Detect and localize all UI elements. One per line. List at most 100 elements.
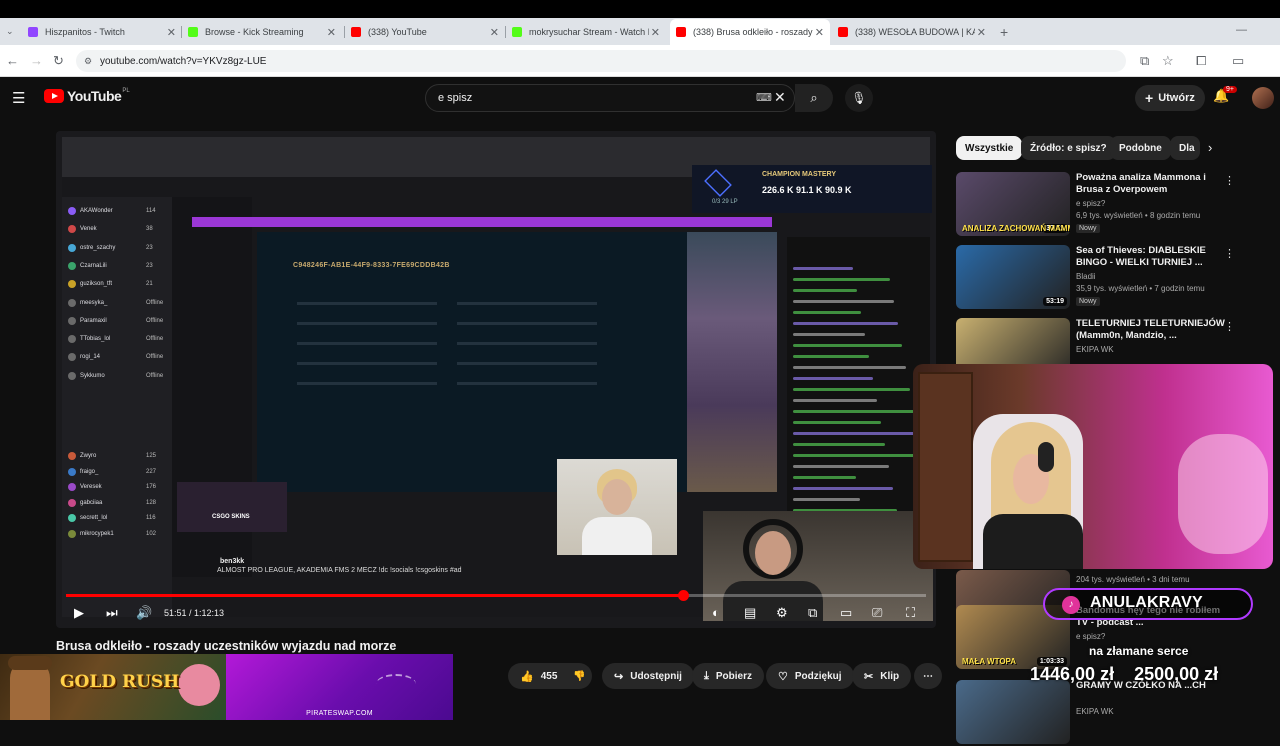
reload-icon[interactable]: ↻ [53,53,64,69]
cast-icon[interactable]: ⎚ [872,605,882,621]
channel-name: mikrocypek1 [80,530,114,537]
site-info-icon[interactable]: ⚙ [84,56,92,67]
time-display: 51:51 / 1:12:13 [164,608,225,618]
dislike-icon[interactable]: 👎 [573,671,585,682]
browser-tab[interactable]: (338) YouTube ✕ [345,22,505,42]
settings-gear-icon[interactable]: ⚙ [776,605,788,621]
share-button[interactable]: ↪ Udostępnij [602,663,694,689]
bookmark-star-icon[interactable]: ☆ [1162,53,1174,69]
video-thumbnail[interactable] [956,680,1070,744]
new-badge: Nowy [1076,297,1100,306]
download-button[interactable]: ⤓ Pobierz [692,663,764,689]
tiktok-handle: ANULAKRAVY [1090,594,1203,611]
voice-search-button[interactable]: 🎙 [845,84,873,112]
search-input[interactable]: e spisz ⌨ ✕ [425,84,795,112]
channel-viewers: 21 [146,281,153,288]
team-row [297,322,437,325]
keyboard-icon[interactable]: ⌨ [756,91,772,104]
theater-mode-icon[interactable]: ▭ [840,605,852,621]
tab-close-icon[interactable]: ✕ [815,26,824,39]
volume-icon[interactable]: 🔊 [136,605,152,621]
like-button[interactable]: 👍 455 👎 [508,663,592,689]
create-button[interactable]: + Utwórz [1135,85,1205,111]
channel-name[interactable]: EKIPA WK [1076,345,1114,354]
more-options-icon[interactable]: ⋮ [1224,247,1235,260]
browser-tab[interactable]: mokrysuchar Stream - Watch Li ✕ [506,22,666,42]
channel-name[interactable]: e spisz? [1076,199,1105,208]
extensions-icon[interactable]: ⧠ [1196,53,1206,69]
channel-name[interactable]: Bladii [1076,272,1096,281]
chips-next-icon[interactable]: › [1208,140,1212,155]
inner-sidebar-channel: Paramaxil Offline [68,316,163,325]
inner-stream-title: ALMOST PRO LEAGUE, AKADEMIA FMS 2 MECZ !… [217,567,462,574]
more-options-icon[interactable]: ⋮ [1224,174,1235,187]
channel-viewers: 176 [146,484,157,490]
chat-message-line [793,454,922,457]
filter-chip[interactable]: Podobne [1110,136,1171,160]
tab-close-icon[interactable]: ✕ [977,26,986,39]
miniplayer-icon[interactable]: ⧉ [808,605,817,621]
inner-sidebar-channel: meesyka_ Offline [68,298,163,307]
recommended-video[interactable]: 53:19 Sea of Thieves: DIABLESKIE BINGO - … [956,245,1256,311]
webcam-door [918,372,973,562]
team-row [297,342,437,345]
back-icon[interactable]: ← [6,53,19,68]
forward-icon[interactable]: → [30,53,43,68]
browser-tab[interactable]: Browse - Kick Streaming ✕ [182,22,342,42]
chat-message-line [793,432,918,435]
sidebar-icon[interactable]: ▭ [1232,53,1244,69]
chat-message-line [793,289,857,292]
more-options-icon[interactable]: ⋮ [1224,320,1235,333]
youtube-wordmark: YouTube [67,88,122,104]
account-avatar[interactable] [1252,87,1274,109]
next-icon[interactable]: ⏭ [106,605,118,621]
filter-chip[interactable]: Wszystkie [956,136,1023,160]
browser-tab[interactable]: Hiszpanitos - Twitch ✕ [22,22,182,42]
more-actions-button[interactable]: ⋯ [914,663,942,689]
tab-favicon-icon [676,27,686,37]
new-tab-button[interactable]: + [1000,24,1008,40]
channel-name[interactable]: e spisz? [1076,632,1105,641]
url-field[interactable]: ⚙ youtube.com/watch?v=YKVz8gz-LUE [76,50,1126,72]
tab-close-icon[interactable]: ✕ [167,26,176,39]
channel-avatar [68,225,76,234]
recommended-video[interactable]: GRAMY W CZÓŁKO NA ...CH EKIPA WK [956,680,1256,746]
video-player[interactable]: AKAWonder 114 Venek 38 ostre_szachy 23 CzarnaL… [56,131,936,628]
autoplay-toggle[interactable]: ◐ [712,605,720,620]
browser-tab[interactable]: (338) WESOŁA BUDOWA | KAS ✕ [832,22,992,42]
thanks-button[interactable]: ♡ Podziękuj [766,663,854,689]
search-button[interactable]: ⌕ [795,84,833,112]
filter-chip[interactable]: Dla [1170,136,1200,160]
play-icon[interactable]: ▶ [74,605,84,621]
video-title[interactable]: Sea of Thieves: DIABLESKIE BINGO - WIELK… [1076,245,1226,269]
tab-separator [505,26,506,38]
pirateswap-banner: PIRATESWAP.COM [226,654,453,720]
tab-close-icon[interactable]: ✕ [327,26,336,39]
tab-close-icon[interactable]: ✕ [651,26,660,39]
install-app-icon[interactable]: ⧉ [1140,53,1149,69]
clear-search-icon[interactable]: ✕ [774,89,786,106]
chat-message-line [793,333,865,336]
donation-current: 1446,00 zł [1030,664,1115,684]
fullscreen-icon[interactable]: ⛶ [906,605,915,621]
mastery-values: 226.6 K 91.1 K 90.9 K [762,185,852,195]
microphone-icon: 🎙 [851,91,867,105]
subtitles-icon[interactable]: ▤ [744,605,756,621]
browser-tab[interactable]: (338) Brusa odkleiło - roszady u ✕ [670,19,830,45]
channel-name[interactable]: EKIPA WK [1076,707,1114,716]
video-thumbnail[interactable]: 53:19 [956,245,1070,309]
channel-name: Veresek [80,484,102,490]
youtube-logo[interactable]: YouTube PL [44,88,130,104]
menu-icon[interactable]: ☰ [12,89,25,107]
window-controls[interactable]: — [1236,24,1247,36]
tab-close-icon[interactable]: ✕ [490,26,499,39]
video-title[interactable]: TELETURNIEJ TELETURNIEJÓW (Mamm0n, Mandz… [1076,318,1226,342]
filter-chip[interactable]: Źródło: e spisz? [1021,136,1116,160]
chat-message-line [793,498,860,501]
new-badge: Nowy [1076,224,1100,233]
tab-search-icon[interactable]: ⌄ [6,26,14,37]
video-title[interactable]: Poważna analiza Mammona i Brusa z Overpo… [1076,172,1226,196]
recommended-video[interactable]: 30:51ANALIZA ZACHOWAŃ MAMMONA i BPoważna… [956,172,1256,238]
clip-button[interactable]: ✂ Klip [852,663,912,689]
video-thumbnail[interactable]: 30:51ANALIZA ZACHOWAŃ MAMMONA i B [956,172,1070,236]
